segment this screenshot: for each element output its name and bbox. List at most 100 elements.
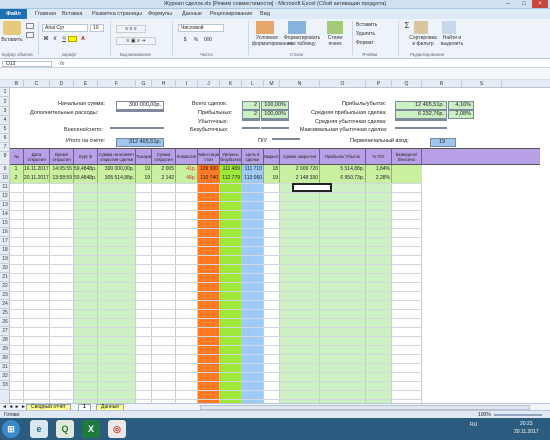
table-row[interactable]: 2 20.11.2017 13:58:59 59,4848р. 305 514,88р.… [10,174,422,183]
quik-icon[interactable]: Q [56,420,74,438]
losing-pct[interactable] [261,119,289,121]
profitable-value[interactable]: 2 [242,110,260,119]
cond-format-icon[interactable] [256,21,274,34]
tray-lang[interactable]: RU [470,422,477,428]
row-header[interactable]: 27 [0,327,10,336]
tab-review[interactable]: Рецензирование [210,9,252,19]
table-format-button[interactable]: Форматировать как таблицу [284,35,320,47]
table-cell-time[interactable]: 13:58:59 [50,174,74,183]
column-header[interactable]: L [242,80,264,88]
percent-button[interactable]: % [192,37,200,43]
avg-profit-value[interactable]: 6 232,76р. [395,110,447,119]
total-value[interactable]: 312 465,51р. [116,138,164,147]
format-cells-button[interactable]: Формат [356,40,392,46]
column-header[interactable]: E [74,80,98,88]
column-header[interactable]: Q [392,80,422,88]
table-cell-pl-pct[interactable]: 2,28% [366,174,392,183]
table-cell-pos[interactable]: 19 [136,165,152,174]
first-entry-value[interactable]: 19 [430,138,456,147]
excel-icon[interactable]: X [82,420,100,438]
font-size-select[interactable]: 10 [90,24,104,32]
max-loss-value[interactable] [395,127,447,129]
currency-icon[interactable]: $ [180,37,190,43]
table-cell-open-amt[interactable]: 2 142 430 [152,174,176,183]
row-header[interactable]: 2 [0,98,10,107]
minimize-icon[interactable]: – [500,0,516,8]
column-header[interactable]: C [24,80,50,88]
row-header[interactable]: 18 [0,246,10,255]
cell-styles-button[interactable]: Стили ячеек [322,35,348,47]
column-header[interactable]: G [136,80,152,88]
table-cell-breakeven[interactable]: 111 489 [220,165,242,174]
explorer-icon[interactable]: e [30,420,48,438]
autosum-button[interactable]: Σ [402,22,412,30]
column-header[interactable]: J [198,80,220,88]
table-cell-time[interactable]: 14:05:55 [50,165,74,174]
table-cell-close-amt[interactable]: 2 148 330 [280,174,320,183]
find-select-button[interactable]: Найти и выделить [438,35,466,47]
table-cell-closed[interactable]: 19 [264,174,280,183]
row-header[interactable]: 11 [0,183,10,192]
sort-icon[interactable] [414,21,428,34]
font-name-select[interactable]: Arial Cyr [42,24,88,32]
thousands-button[interactable]: 000 [201,37,215,43]
table-cell-target[interactable]: 113 060 [242,174,264,183]
row-header[interactable]: 16 [0,228,10,237]
row-header[interactable]: 26 [0,318,10,327]
breakeven-pct[interactable] [261,127,289,129]
row-header[interactable]: 13 [0,201,10,210]
table-cell-rate[interactable]: 59,4848р. [74,165,98,174]
table-cell-rate[interactable]: 59,4848р. [74,174,98,183]
column-header[interactable]: B [10,80,24,88]
row-header[interactable]: 25 [0,309,10,318]
number-format-select[interactable]: Числовой [178,24,224,32]
table-cell-pl-pct[interactable]: 1,84% [366,165,392,174]
delete-cells-button[interactable]: Удалить [356,31,392,37]
tab-home[interactable]: Главная [35,9,56,19]
tab-page-layout[interactable]: Разметка страницы [92,9,142,19]
underline-icon[interactable]: Ч [60,36,68,42]
table-cell-sum-open[interactable]: 305 514,88р. [98,174,136,183]
row-header[interactable]: 5 [0,125,10,134]
row-header[interactable]: 32 [0,372,10,381]
table-cell-breakeven[interactable]: 112 779 [220,174,242,183]
cond-format-button[interactable]: Условное форматирование [252,35,292,47]
column-header[interactable]: M [264,80,280,88]
profit-loss-value[interactable]: 12 465,51р. [395,101,447,110]
align-center-icon[interactable]: ≡ ▣ ≡ ⇥ [116,37,156,45]
row-header[interactable]: 23 [0,291,10,300]
chrome-icon[interactable]: ◎ [108,420,126,438]
paste-icon[interactable] [3,21,21,35]
table-cell-n[interactable]: 2 [10,174,24,183]
table-cell-pl[interactable]: 5 514,88р. [320,165,366,174]
copy-icon[interactable] [26,32,34,38]
row-header[interactable]: 3 [0,107,10,116]
selected-cell[interactable] [292,183,332,192]
deposited-value[interactable] [110,127,164,129]
table-cell-target[interactable]: 111 710 [242,165,264,174]
avg-profit-pct[interactable]: 2,08% [448,110,474,119]
table-cell-closed[interactable]: 18 [264,165,280,174]
row-header[interactable]: 4 [0,116,10,125]
column-header[interactable]: P [366,80,392,88]
column-header[interactable]: F [98,80,136,88]
column-header[interactable]: O [320,80,366,88]
worksheet-grid[interactable]: Начальная сумма: 300 000,00р. Дополнител… [10,88,540,403]
maximize-icon[interactable]: □ [516,0,532,8]
row-header[interactable]: 24 [0,300,10,309]
table-cell-open-amt[interactable]: 2 005 030 [152,165,176,174]
table-format-icon[interactable] [288,21,306,34]
column-header[interactable]: S [462,80,502,88]
paste-button[interactable]: Вставить [0,37,24,43]
tab-file[interactable]: Файл [0,9,27,19]
row-header[interactable]: 9 [0,165,10,174]
bold-icon[interactable]: Ж [42,36,50,42]
name-box[interactable]: O12 [2,61,52,67]
row-header[interactable]: 30 [0,354,10,363]
row-header[interactable]: 15 [0,219,10,228]
italic-icon[interactable]: К [51,36,59,42]
tab-view[interactable]: Вид [260,9,270,19]
row-header[interactable]: 14 [0,210,10,219]
profit-loss-pct[interactable]: 4,16% [448,101,474,110]
row-header[interactable]: 8 [0,152,10,165]
